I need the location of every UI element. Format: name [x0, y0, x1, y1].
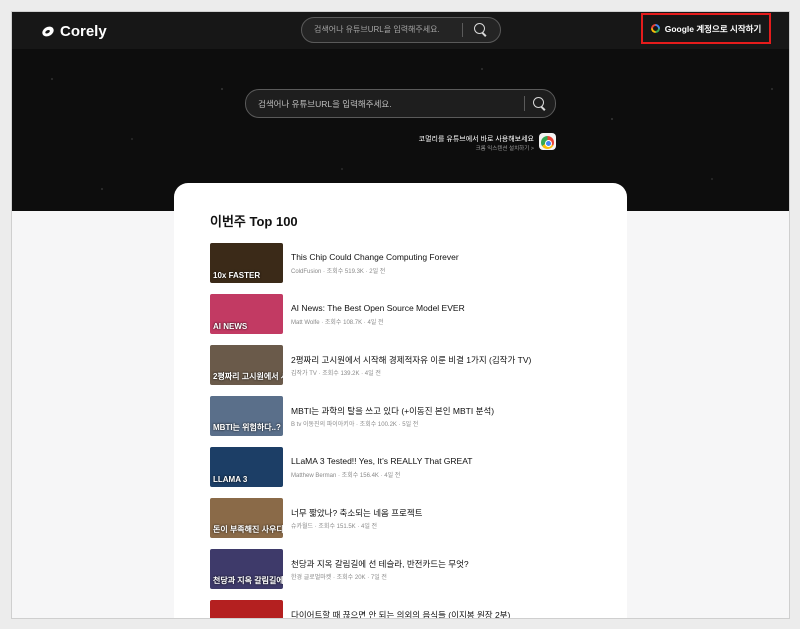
video-title[interactable]: 다이어트할 때 끊으면 안 되는 의외의 음식들 (이지봉 원장 2부) [291, 609, 510, 618]
video-meta: 슈카월드 · 조회수 151.5K · 4일 전 [291, 524, 378, 530]
google-login-button[interactable]: Google 계정으로 시작하기 [641, 13, 771, 44]
extension-install-link[interactable]: 크롬 익스텐션 설치하기 > [476, 144, 534, 152]
header-search-bar[interactable]: 검색어나 유튜브URL을 입력해주세요. [301, 17, 501, 43]
video-meta: B tv 이동진의 파이아키아 · 조회수 100.2K · 5일 전 [291, 422, 419, 428]
video-meta: Matt Wolfe · 조회수 108.7K · 4일 전 [291, 320, 384, 326]
video-thumbnail[interactable]: 2평짜리 고시원에서 시작해 [210, 345, 283, 385]
video-list-item[interactable]: 10x FASTER This Chip Could Change Computi… [210, 243, 610, 294]
video-list-item[interactable]: 천당과 지옥 갈림길에 선 테슬라 천당과 지옥 갈림길에 선 테슬라, 반전카드… [210, 549, 610, 600]
search-divider [462, 23, 463, 37]
search-icon[interactable] [474, 23, 485, 34]
video-title[interactable]: LLaMA 3 Tested!! Yes, It’s REALLY That G… [291, 456, 472, 466]
video-meta: 한경 글로벌마켓 · 조회수 20K · 7일 전 [291, 575, 387, 581]
corely-logo[interactable]: Corely [40, 21, 107, 41]
logo-text: Corely [60, 22, 107, 40]
video-list-item[interactable]: MBTI는 위험하다..? MBTI는 과학의 탈을 쓰고 있다 (+이동진 본인… [210, 396, 610, 447]
video-thumbnail[interactable]: 10x FASTER [210, 243, 283, 283]
browser-viewport: Corely 검색어나 유튜브URL을 입력해주세요. Google 계정으로 … [11, 11, 790, 619]
thumbnail-text: MBTI는 위험하다..? [213, 423, 281, 432]
video-list-item[interactable]: 2평짜리 고시원에서 시작해 2평짜리 고시원에서 시작해 경제적자유 이룬 비결… [210, 345, 610, 396]
hero-search-placeholder[interactable]: 검색어나 유튜브URL을 입력해주세요. [258, 98, 392, 110]
video-meta: 김작가 TV · 조회수 139.2K · 4일 전 [291, 371, 381, 377]
thumbnail-text: AI NEWS [213, 322, 248, 331]
thumbnail-text: 천당과 지옥 갈림길에 선 테슬라 [213, 576, 283, 585]
video-thumbnail[interactable]: 살 아빠느 [210, 600, 283, 618]
video-list-item[interactable]: 살 아빠느다이어트할 때 끊으면 안 되는 의외의 음식들 (이지봉 원장 2부… [210, 600, 610, 618]
video-meta: Matthew Berman · 조회수 156.4K · 4일 전 [291, 473, 401, 479]
video-meta: ColdFusion · 조회수 519.3K · 2일 전 [291, 269, 386, 275]
extension-promo-text: 코멀리를 유튜브에서 바로 사용해보세요 [418, 136, 534, 143]
header-search-placeholder[interactable]: 검색어나 유튜브URL을 입력해주세요. [314, 24, 440, 35]
top100-card: 이번주 Top 100 10x FASTER This Chip Could Ch… [174, 183, 627, 618]
search-divider [524, 96, 525, 111]
google-icon [650, 24, 660, 33]
video-thumbnail[interactable]: 천당과 지옥 갈림길에 선 테슬라 [210, 549, 283, 589]
chrome-extension-icon[interactable] [539, 133, 556, 150]
video-title[interactable]: 너무 짧았나? 축소되는 네옴 프로젝트 [291, 507, 422, 519]
top-header: Corely 검색어나 유튜브URL을 입력해주세요. Google 계정으로 … [12, 12, 789, 49]
video-list: 10x FASTER This Chip Could Change Computi… [210, 243, 610, 618]
video-title[interactable]: 천당과 지옥 갈림길에 선 테슬라, 반전카드는 무엇? [291, 558, 469, 570]
video-thumbnail[interactable]: LLAMA 3 [210, 447, 283, 487]
google-login-label: Google 계정으로 시작하기 [664, 23, 762, 34]
video-title[interactable]: AI News: The Best Open Source Model EVER [291, 303, 465, 313]
chrome-extension-promo[interactable]: 코멀리를 유튜브에서 바로 사용해보세요 크롬 익스텐션 설치하기 > [419, 133, 556, 153]
hero-search-bar[interactable]: 검색어나 유튜브URL을 입력해주세요. [245, 89, 556, 118]
video-thumbnail[interactable]: AI NEWS [210, 294, 283, 334]
thumbnail-text: LLAMA 3 [213, 475, 248, 484]
video-thumbnail[interactable]: MBTI는 위험하다..? [210, 396, 283, 436]
thumbnail-text: 2평짜리 고시원에서 시작해 [213, 372, 283, 381]
video-title[interactable]: 2평짜리 고시원에서 시작해 경제적자유 이룬 비결 1가지 (김작가 TV) [291, 354, 531, 366]
video-list-item[interactable]: 돈이 부족해진 사우디 너무 짧았나? 축소되는 네옴 프로젝트슈카월드 · 조회… [210, 498, 610, 549]
video-list-item[interactable]: AI NEWS AI News: The Best Open Source Mod… [210, 294, 610, 345]
thumbnail-text: 10x FASTER [213, 271, 261, 280]
video-title[interactable]: This Chip Could Change Computing Forever [291, 252, 459, 262]
corely-logo-icon [40, 24, 56, 38]
video-title[interactable]: MBTI는 과학의 탈을 쓰고 있다 (+이동진 본인 MBTI 분석) [291, 405, 494, 417]
video-thumbnail[interactable]: 돈이 부족해진 사우디 [210, 498, 283, 538]
video-list-item[interactable]: LLAMA 3 LLaMA 3 Tested!! Yes, It’s REALLY… [210, 447, 610, 498]
thumbnail-text: 돈이 부족해진 사우디 [213, 525, 283, 534]
top100-title: 이번주 Top 100 [210, 214, 298, 229]
search-icon[interactable] [533, 97, 544, 108]
